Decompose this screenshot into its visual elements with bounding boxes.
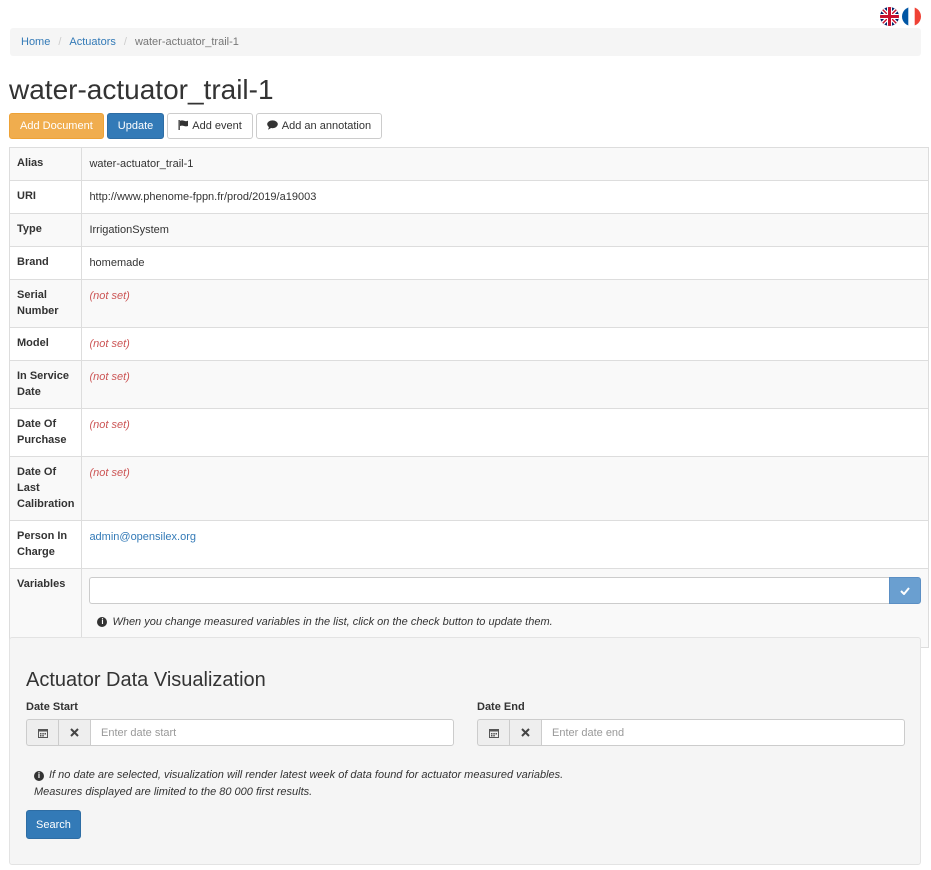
serial-number-label: Serial Number <box>8 279 83 328</box>
detail-row-date-of-last-calibration: Date Of Last Calibration (not set) <box>8 456 930 521</box>
visualization-note-line1: If no date are selected, visualization w… <box>49 769 564 781</box>
breadcrumb-separator: / <box>58 36 62 48</box>
add-annotation-label: Add an annotation <box>281 120 372 132</box>
info-icon: i <box>34 770 44 781</box>
visualization-note: i If no date are selected, visualization… <box>34 767 563 801</box>
brand-label: Brand <box>8 246 83 280</box>
in-service-date-label: In Service Date <box>8 360 83 409</box>
model-value: (not set) <box>89 338 130 350</box>
brand-value: homemade <box>81 246 930 280</box>
action-buttons: Add Document Update Add event Add an ann… <box>9 113 383 139</box>
search-button[interactable]: Search <box>26 810 81 839</box>
visualization-title: Actuator Data Visualization <box>26 669 266 691</box>
search-label: Search <box>36 818 71 831</box>
detail-row-serial-number: Serial Number (not set) <box>8 279 930 328</box>
info-icon: i <box>97 617 108 627</box>
date-start-input[interactable] <box>90 719 454 746</box>
alias-value: water-actuator_trail-1 <box>81 147 930 181</box>
date-end-input-group <box>477 719 905 746</box>
date-of-last-calibration-value: (not set) <box>89 467 130 479</box>
alias-label: Alias <box>8 147 83 181</box>
detail-row-alias: Alias water-actuator_trail-1 <box>8 147 930 181</box>
french-flag-icon[interactable] <box>902 7 921 26</box>
update-variables-button[interactable] <box>889 577 922 604</box>
detail-row-date-of-purchase: Date Of Purchase (not set) <box>8 408 930 457</box>
visualization-note-line2: Measures displayed are limited to the 80… <box>34 786 313 798</box>
serial-number-value: (not set) <box>89 290 130 302</box>
close-icon <box>521 728 530 737</box>
date-of-purchase-value: (not set) <box>89 419 130 431</box>
date-end-label: Date End <box>477 701 525 713</box>
date-start-clear-button[interactable] <box>58 719 90 746</box>
date-start-label: Date Start <box>26 701 78 713</box>
in-service-date-value: (not set) <box>89 371 130 383</box>
date-end-group: Date End <box>477 701 905 746</box>
breadcrumb-home-link[interactable]: Home <box>21 36 50 48</box>
actuator-detail-table: Alias water-actuator_trail-1 URI http://… <box>8 147 930 648</box>
date-of-purchase-label: Date Of Purchase <box>8 408 83 457</box>
breadcrumb: Home / Actuators / water-actuator_trail-… <box>10 28 921 56</box>
date-end-clear-button[interactable] <box>509 719 541 746</box>
add-event-button[interactable]: Add event <box>167 113 253 139</box>
page-title: water-actuator_trail-1 <box>9 74 274 105</box>
variables-select-group <box>89 577 922 604</box>
breadcrumb-actuators-link[interactable]: Actuators <box>69 36 115 48</box>
detail-row-variables: Variables i When you change measured var… <box>8 568 930 648</box>
flag-icon <box>178 119 189 133</box>
add-document-button[interactable]: Add Document <box>9 113 104 139</box>
uri-value: http://www.phenome-fppn.fr/prod/2019/a19… <box>81 180 930 214</box>
model-label: Model <box>8 327 83 361</box>
date-start-calendar-button[interactable] <box>26 719 58 746</box>
date-start-input-group <box>26 719 454 746</box>
type-value: IrrigationSystem <box>81 213 930 247</box>
date-end-calendar-button[interactable] <box>477 719 509 746</box>
calendar-icon <box>37 728 48 738</box>
update-label: Update <box>117 120 154 132</box>
type-label: Type <box>8 213 83 247</box>
update-button[interactable]: Update <box>106 113 165 139</box>
breadcrumb-current: water-actuator_trail-1 <box>134 36 239 48</box>
detail-row-model: Model (not set) <box>8 327 930 361</box>
variables-select[interactable] <box>89 577 890 604</box>
check-icon <box>900 586 911 595</box>
detail-row-person-in-charge: Person In Charge admin@opensilex.org <box>8 520 930 569</box>
detail-row-type: Type IrrigationSystem <box>8 213 930 247</box>
variables-hint: i When you change measured variables in … <box>89 614 921 630</box>
language-switcher <box>880 7 921 26</box>
variables-hint-text: When you change measured variables in th… <box>112 616 553 628</box>
person-in-charge-email-link[interactable]: admin@opensilex.org <box>89 531 196 543</box>
date-of-last-calibration-label: Date Of Last Calibration <box>8 456 83 521</box>
detail-row-brand: Brand homemade <box>8 246 930 280</box>
uri-label: URI <box>8 180 83 214</box>
detail-row-uri: URI http://www.phenome-fppn.fr/prod/2019… <box>8 180 930 214</box>
add-event-label: Add event <box>192 120 242 132</box>
data-visualization-panel: Actuator Data Visualization Date Start D… <box>9 637 921 865</box>
date-start-group: Date Start <box>26 701 454 746</box>
close-icon <box>70 728 79 737</box>
english-flag-icon[interactable] <box>880 7 899 26</box>
comment-icon <box>266 119 278 133</box>
add-annotation-button[interactable]: Add an annotation <box>255 113 383 139</box>
variables-label: Variables <box>8 568 83 648</box>
date-end-input[interactable] <box>541 719 905 746</box>
calendar-icon <box>488 728 499 738</box>
person-in-charge-label: Person In Charge <box>8 520 83 569</box>
detail-row-in-service-date: In Service Date (not set) <box>8 360 930 409</box>
add-document-label: Add Document <box>20 120 93 132</box>
breadcrumb-separator: / <box>123 36 127 48</box>
